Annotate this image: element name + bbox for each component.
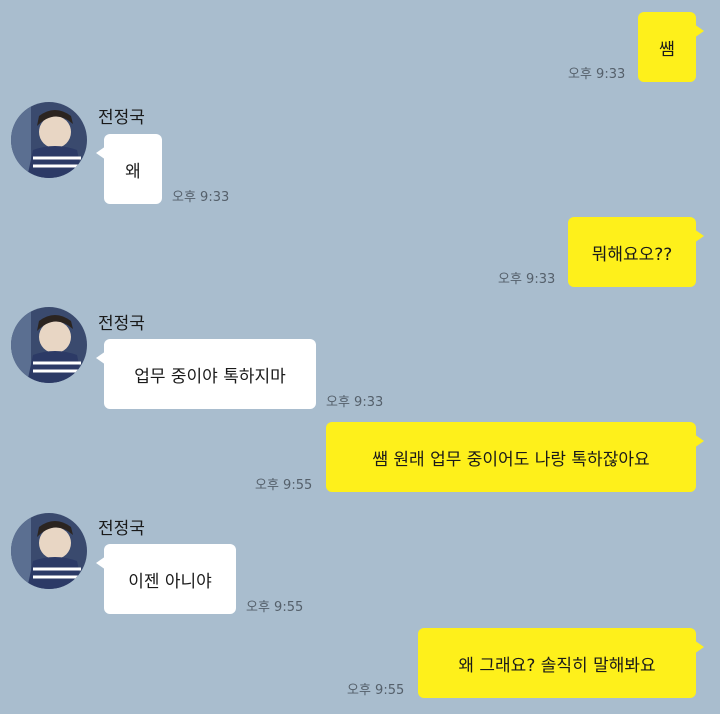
message-time: 오후 9:33 — [326, 395, 384, 410]
message-time: 오후 9:55 — [255, 478, 313, 493]
contact-avatar[interactable] — [11, 102, 87, 178]
contact-name: 전정국 — [98, 108, 145, 128]
contact-name: 전정국 — [98, 314, 145, 334]
avatar-icon — [11, 102, 87, 178]
message-bubble-received[interactable]: 왜 — [96, 134, 162, 204]
message-time: 오후 9:55 — [347, 683, 405, 698]
message-bubble-received[interactable]: 이젠 아니야 — [96, 544, 236, 614]
contact-name: 전정국 — [98, 519, 145, 539]
message-bubble-received[interactable]: 업무 중이야 톡하지마 — [96, 339, 316, 409]
contact-avatar[interactable] — [11, 513, 87, 589]
message-bubble-sent[interactable]: 쌤 원래 업무 중이어도 나랑 톡하잖아요 — [326, 422, 704, 492]
avatar-icon — [11, 307, 87, 383]
message-time: 오후 9:33 — [498, 272, 556, 287]
message-bubble-sent[interactable]: 왜 그래요? 솔직히 말해봐요 — [418, 628, 704, 698]
message-time: 오후 9:55 — [246, 600, 304, 615]
message-time: 오후 9:33 — [568, 67, 626, 82]
message-time: 오후 9:33 — [172, 190, 230, 205]
message-bubble-sent[interactable]: 쌤 — [638, 12, 704, 82]
message-bubble-sent[interactable]: 뭐해요오?? — [568, 217, 704, 287]
avatar-icon — [11, 513, 87, 589]
contact-avatar[interactable] — [11, 307, 87, 383]
